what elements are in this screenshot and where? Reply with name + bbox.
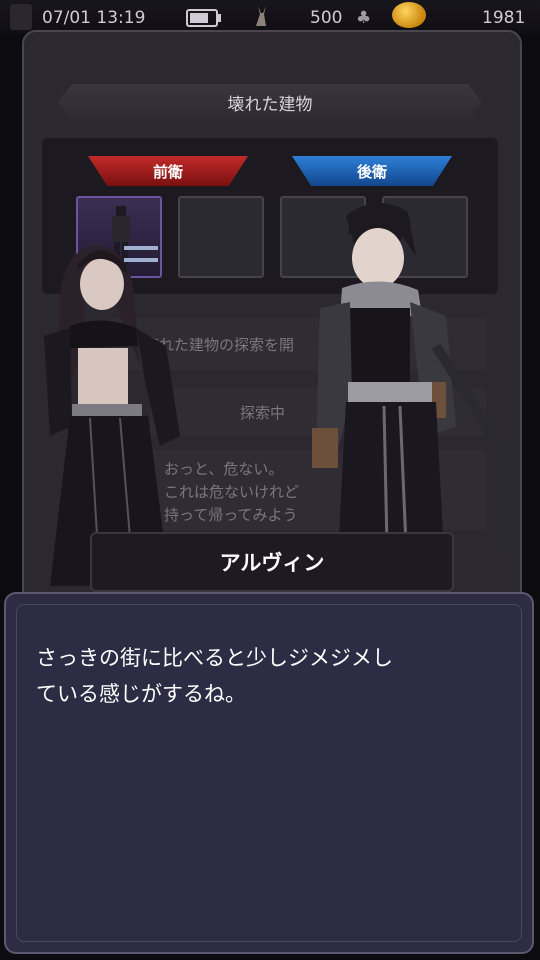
dialogue-text: さっきの街に比べると少しジメジメし ている感じがするね。 — [36, 640, 506, 712]
player-avatar-icon[interactable] — [10, 4, 32, 30]
dialogue-line-2: ている感じがするね。 — [36, 682, 246, 706]
stamina-icon — [250, 4, 272, 28]
log-line-2: 探索中 — [240, 404, 286, 422]
stamina-value: 500 — [310, 8, 343, 28]
status-bar: 07/01 13:19 500 ♣ 1981 — [0, 0, 540, 34]
datetime-text: 07/01 13:19 — [42, 8, 146, 28]
stamina-plus-icon[interactable]: ♣ — [356, 8, 371, 28]
party-slot-2[interactable] — [178, 196, 264, 278]
location-title: 壊れた建物 — [58, 84, 482, 120]
battery-fill — [190, 13, 208, 23]
battery-icon — [186, 9, 221, 27]
coin-value: 1981 — [482, 8, 526, 28]
speaker-nameplate: アルヴィン — [90, 532, 454, 592]
front-row-tag: 前衛 — [88, 156, 248, 186]
dialogue-line-1: さっきの街に比べると少しジメジメし — [36, 646, 393, 670]
back-row-tag: 後衛 — [292, 156, 452, 186]
coin-icon — [392, 2, 426, 28]
